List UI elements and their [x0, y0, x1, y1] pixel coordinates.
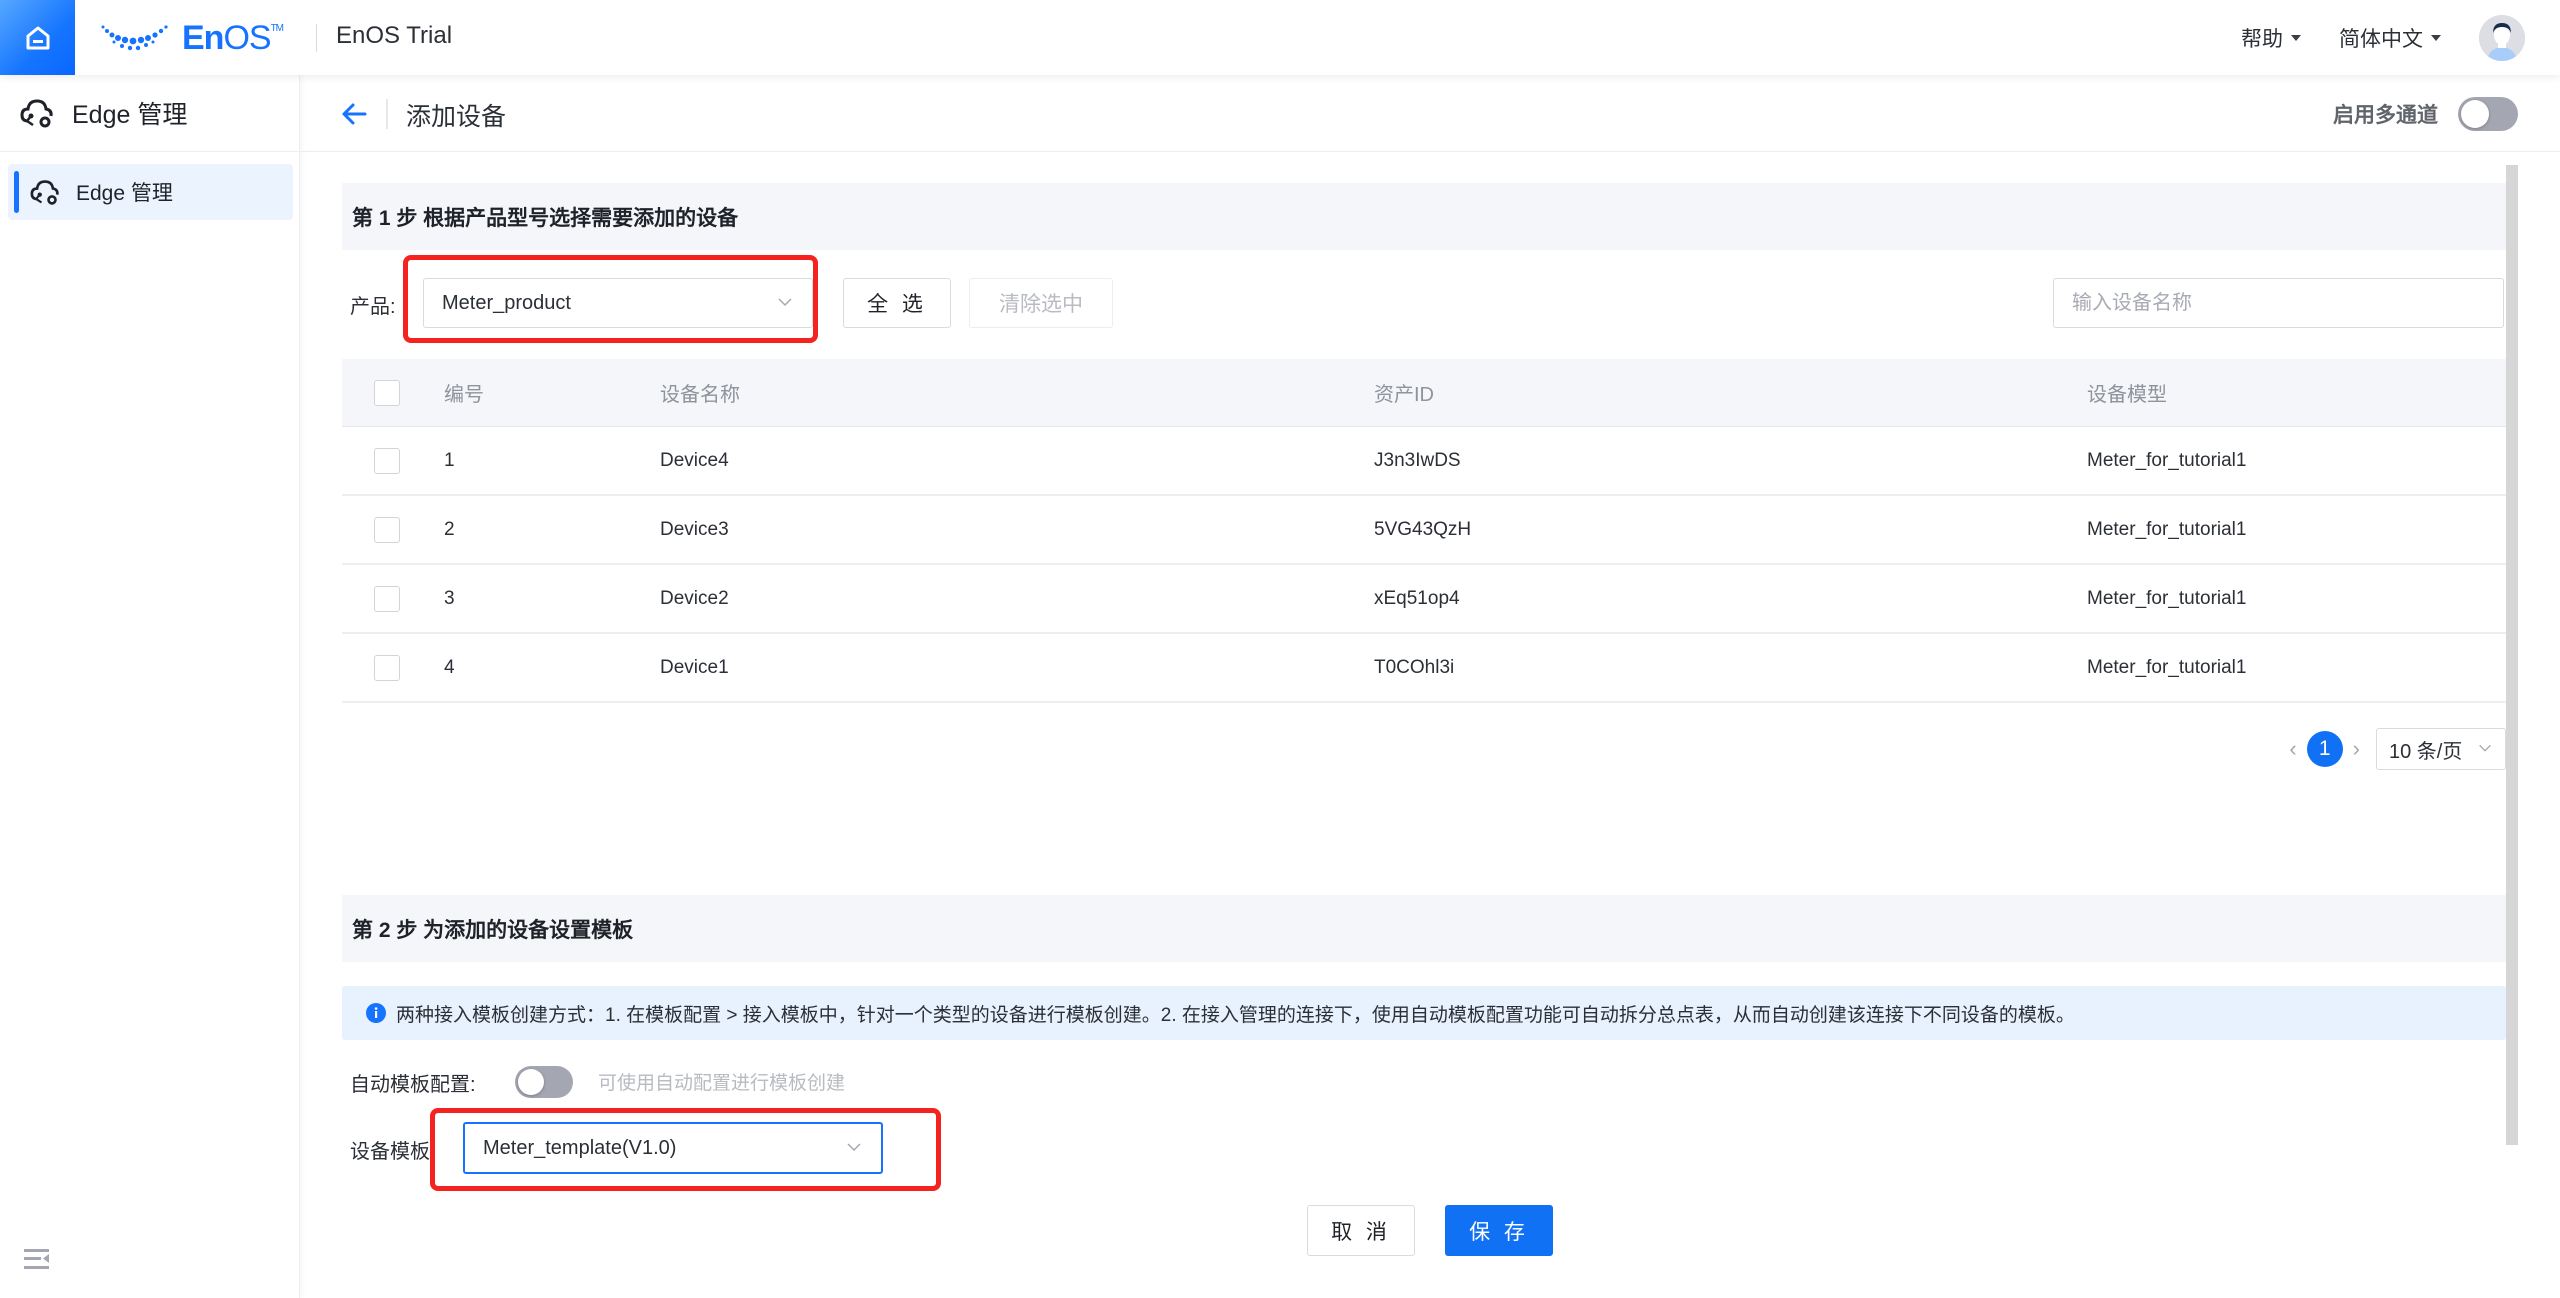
toggle-knob [518, 1069, 544, 1095]
page-title: 添加设备 [406, 103, 507, 131]
sidebar-item-edge-management[interactable]: Edge 管理 [8, 164, 293, 220]
device-template-value: Meter_template(V1.0) [483, 1136, 677, 1159]
table-row[interactable]: 3 Device2 xEq51op4 Meter_for_tutorial1 [342, 565, 2506, 634]
cell-device-name: Device3 [660, 518, 729, 540]
cell-device-model: Meter_for_tutorial1 [2087, 449, 2247, 471]
cell-device-model: Meter_for_tutorial1 [2087, 587, 2247, 609]
cell-device-name: Device2 [660, 587, 729, 609]
logo-text: EnOSTM [182, 18, 284, 57]
multi-channel-label: 启用多通道 [2333, 104, 2438, 127]
column-header-device-name: 设备名称 [660, 384, 740, 406]
row-checkbox[interactable] [374, 654, 400, 681]
cell-no: 3 [444, 587, 455, 609]
product-label: 产品: [350, 296, 396, 318]
edge-cloud-icon [30, 180, 59, 205]
step2-header: 第 2 步 为添加的设备设置模板 [342, 895, 2506, 962]
cell-device-name: Device1 [660, 656, 729, 678]
cell-no: 2 [444, 518, 455, 540]
help-menu-label: 帮助 [2241, 27, 2283, 51]
menu-collapse-icon [24, 1249, 49, 1269]
product-select[interactable]: Meter_product [423, 278, 813, 328]
page-number-current[interactable]: 1 [2306, 731, 2343, 767]
language-menu-label: 简体中文 [2339, 27, 2423, 51]
org-name: EnOS Trial [336, 22, 453, 49]
arrow-left-icon [342, 103, 367, 125]
home-button[interactable] [0, 0, 75, 75]
row-checkbox[interactable] [374, 585, 400, 612]
brand-divider [316, 24, 317, 52]
back-button[interactable] [340, 100, 368, 128]
chevron-down-icon [2479, 744, 2491, 752]
step1-title: 第 1 步 根据产品型号选择需要添加的设备 [352, 206, 739, 230]
auto-template-label: 自动模板配置: [350, 1074, 476, 1096]
language-menu[interactable]: 简体中文 [2339, 23, 2441, 53]
enos-logo[interactable]: EnOSTM [100, 18, 284, 58]
logo-dots-icon [101, 25, 168, 51]
cell-no: 1 [444, 449, 455, 471]
cell-device-name: Device4 [660, 449, 729, 471]
cell-device-model: Meter_for_tutorial1 [2087, 518, 2247, 540]
table-header: 编号 设备名称 资产ID 设备模型 [342, 359, 2506, 427]
column-header-device-model: 设备模型 [2087, 384, 2167, 406]
user-avatar[interactable] [2479, 14, 2525, 61]
cell-asset-id: xEq51op4 [1374, 587, 1460, 609]
column-header-no: 编号 [444, 384, 484, 406]
column-header-asset-id: 资产ID [1374, 384, 1434, 406]
edge-cloud-icon [20, 99, 53, 128]
info-text: 两种接入模板创建方式：1. 在模板配置 > 接入模板中，针对一个类型的设备进行模… [396, 1004, 2075, 1026]
next-page-button[interactable]: › [2353, 736, 2360, 762]
vertical-scrollbar[interactable] [2506, 165, 2518, 1145]
multi-channel-toggle[interactable] [2458, 97, 2518, 131]
top-bar: EnOSTM EnOS Trial 帮助 简体中文 [0, 0, 2560, 75]
device-template-select[interactable]: Meter_template(V1.0) [463, 1122, 883, 1174]
select-all-button[interactable]: 全 选 [843, 278, 951, 328]
table-row[interactable]: 4 Device1 T0COhl3i Meter_for_tutorial1 [342, 634, 2506, 703]
info-banner: 两种接入模板创建方式：1. 在模板配置 > 接入模板中，针对一个类型的设备进行模… [342, 986, 2506, 1040]
clear-selection-button[interactable]: 清除选中 [969, 278, 1113, 328]
cancel-button[interactable]: 取 消 [1307, 1205, 1415, 1256]
title-divider [386, 99, 388, 129]
device-table: 编号 设备名称 资产ID 设备模型 1 Device4 J3n3IwDS Met… [342, 359, 2506, 703]
active-indicator [14, 171, 19, 213]
sidebar-header: Edge 管理 [0, 75, 299, 152]
main-content: 添加设备 启用多通道 第 1 步 根据产品型号选择需要添加的设备 产品: Met… [300, 75, 2560, 1298]
step1-header: 第 1 步 根据产品型号选择需要添加的设备 [342, 183, 2506, 250]
save-button[interactable]: 保 存 [1445, 1205, 1553, 1256]
device-template-label: 设备模板: [350, 1141, 436, 1163]
pagination: ‹ 1 › 10 条/页 [2289, 728, 2506, 770]
device-name-search-input[interactable] [2053, 278, 2504, 328]
collapse-sidebar-button[interactable] [24, 1248, 50, 1270]
sidebar: Edge 管理 Edge 管理 [0, 75, 300, 1298]
page-size-value: 10 条/页 [2389, 740, 2463, 763]
table-row[interactable]: 1 Device4 J3n3IwDS Meter_for_tutorial1 [342, 427, 2506, 496]
step2-title: 第 2 步 为添加的设备设置模板 [352, 918, 634, 942]
chevron-down-icon [778, 298, 792, 307]
home-icon [26, 26, 49, 49]
help-menu[interactable]: 帮助 [2241, 23, 2301, 53]
cell-device-model: Meter_for_tutorial1 [2087, 656, 2247, 678]
chevron-down-icon [847, 1143, 861, 1152]
auto-template-hint: 可使用自动配置进行模板创建 [598, 1073, 846, 1094]
product-select-value: Meter_product [442, 291, 571, 314]
multi-channel-setting: 启用多通道 [2333, 97, 2518, 131]
caret-down-icon [2291, 34, 2301, 41]
table-row[interactable]: 2 Device3 5VG43QzH Meter_for_tutorial1 [342, 496, 2506, 565]
auto-template-toggle[interactable] [515, 1066, 573, 1098]
toggle-knob [2461, 100, 2489, 128]
user-avatar-icon [2479, 14, 2525, 61]
info-icon [366, 1003, 386, 1023]
cell-asset-id: T0COhl3i [1374, 656, 1455, 678]
prev-page-button[interactable]: ‹ [2289, 736, 2296, 762]
cell-asset-id: J3n3IwDS [1374, 449, 1461, 471]
caret-down-icon [2431, 34, 2441, 41]
cell-no: 4 [444, 656, 455, 678]
row-checkbox[interactable] [374, 516, 400, 543]
cell-asset-id: 5VG43QzH [1374, 518, 1472, 540]
page-size-select[interactable]: 10 条/页 [2376, 728, 2506, 770]
select-all-checkbox[interactable] [374, 379, 400, 406]
row-checkbox[interactable] [374, 447, 400, 474]
sidebar-title: Edge 管理 [72, 101, 188, 129]
sidebar-item-label: Edge 管理 [76, 182, 173, 205]
page-header: 添加设备 启用多通道 [300, 75, 2560, 152]
